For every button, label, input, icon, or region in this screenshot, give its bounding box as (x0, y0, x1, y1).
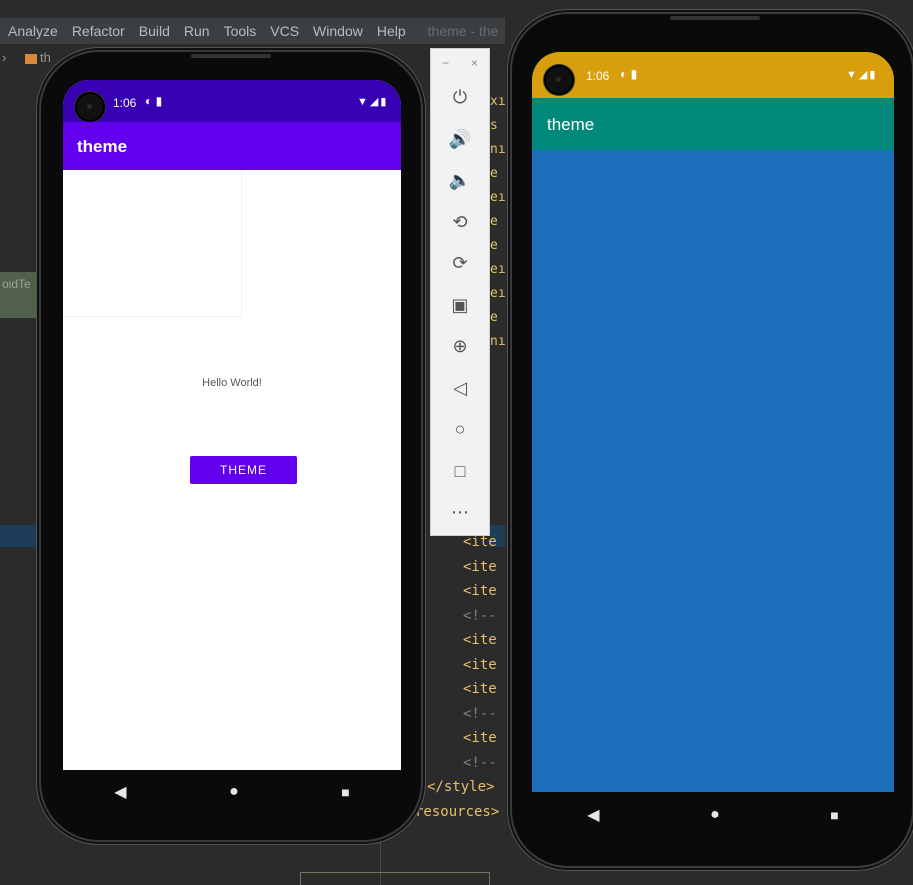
code-line: <!-- (463, 705, 497, 722)
camera-icon (75, 92, 105, 122)
app-title: theme (77, 137, 128, 156)
minimize-icon[interactable]: − (442, 56, 449, 70)
code-line: <ite (463, 681, 497, 697)
menu-run[interactable]: Run (184, 23, 210, 39)
code-line: resources> (415, 803, 500, 820)
overview-icon[interactable]: □ (431, 451, 489, 493)
phone-right: 1:06 ◐ ▮ ▼◢▮ theme ◀ ● ■ (512, 14, 912, 866)
navigation-bar: ◀ ● ■ (532, 792, 894, 838)
earpiece (670, 16, 760, 20)
emulator-toolbar: − × ⏻ 🔊 🔈 ⟲ ⟳ ▣ ⊕ ◁ ○ □ ⋯ (430, 48, 490, 536)
code-line: <ite (463, 632, 497, 648)
code-fragment-upper: xı s nı e eı e e eı eı e nı (490, 94, 505, 349)
menu-tools[interactable]: Tools (224, 23, 257, 39)
signal-battery-icon: ▼◢▮ (846, 69, 878, 81)
phone-left-screen: 1:06 ◐ ▮ ▼◢▮ theme Hello World! THEME (63, 80, 401, 770)
status-time: 1:06 (113, 96, 137, 110)
camera-icon (544, 65, 574, 95)
menu-vcs[interactable]: VCS (270, 23, 299, 39)
empty-image-placeholder (63, 170, 242, 317)
menu-help[interactable]: Help (377, 23, 406, 39)
phone-left: 1:06 ◐ ▮ ▼◢▮ theme Hello World! THEME ◀ … (41, 52, 421, 840)
code-line: <ite (463, 583, 497, 599)
status-time: 1:06 (586, 69, 610, 83)
breadcrumb[interactable]: › th (0, 48, 60, 70)
app-bar: theme (63, 122, 401, 170)
home-icon[interactable]: ○ (431, 409, 489, 451)
nav-home-icon[interactable]: ● (710, 806, 720, 824)
back-icon[interactable]: ◁ (431, 368, 489, 410)
notification-icons: ◐ ▮ (145, 94, 163, 108)
app-title: theme (547, 115, 595, 134)
rotate-left-icon[interactable]: ⟲ (431, 202, 489, 244)
more-icon[interactable]: ⋯ (431, 492, 489, 534)
toolbar-window-controls: − × (431, 49, 489, 77)
app-content: Hello World! THEME (63, 170, 401, 770)
window-title: theme - the (427, 23, 499, 39)
close-icon[interactable]: × (471, 56, 478, 70)
code-line: <ite (463, 558, 497, 575)
code-line: <ite (463, 656, 497, 673)
file-icon (25, 54, 37, 64)
code-line: <!-- (463, 754, 497, 771)
power-icon[interactable]: ⏻ (431, 77, 489, 119)
nav-home-icon[interactable]: ● (229, 783, 239, 801)
status-bar: 1:06 ◐ ▮ ▼◢▮ (532, 52, 894, 98)
nav-recents-icon[interactable]: ■ (830, 807, 838, 823)
notification-icons: ◐ ▮ (620, 67, 638, 81)
nav-recents-icon[interactable]: ■ (341, 784, 349, 800)
menu-refactor[interactable]: Refactor (72, 23, 125, 39)
earpiece (191, 54, 271, 58)
zoom-icon[interactable]: ⊕ (431, 326, 489, 368)
nav-back-icon[interactable]: ◀ (114, 782, 126, 802)
volume-down-icon[interactable]: 🔈 (431, 160, 489, 202)
code-editor[interactable]: <ite <ite <ite <!-- <ite <ite <ite <!-- … (415, 530, 501, 824)
nav-back-icon[interactable]: ◀ (587, 805, 599, 825)
volume-up-icon[interactable]: 🔊 (431, 119, 489, 161)
code-line: <ite (463, 730, 497, 746)
menu-build[interactable]: Build (139, 23, 170, 39)
status-bar: 1:06 ◐ ▮ ▼◢▮ (63, 80, 401, 122)
menu-bar: Analyze Refactor Build Run Tools VCS Win… (0, 18, 505, 44)
notification-popup-edge (300, 872, 490, 885)
navigation-bar: ◀ ● ■ (63, 770, 401, 814)
screenshot-icon[interactable]: ▣ (431, 285, 489, 327)
rotate-right-icon[interactable]: ⟳ (431, 243, 489, 285)
code-line: </style> (427, 779, 495, 795)
app-bar: theme (532, 98, 894, 150)
menu-analyze[interactable]: Analyze (8, 23, 58, 39)
phone-right-screen: 1:06 ◐ ▮ ▼◢▮ theme (532, 52, 894, 792)
menu-window[interactable]: Window (313, 23, 363, 39)
code-line: <!-- (463, 607, 497, 624)
theme-button[interactable]: THEME (190, 456, 297, 484)
hello-text: Hello World! (202, 377, 262, 389)
signal-battery-icon: ▼◢▮ (357, 96, 389, 108)
